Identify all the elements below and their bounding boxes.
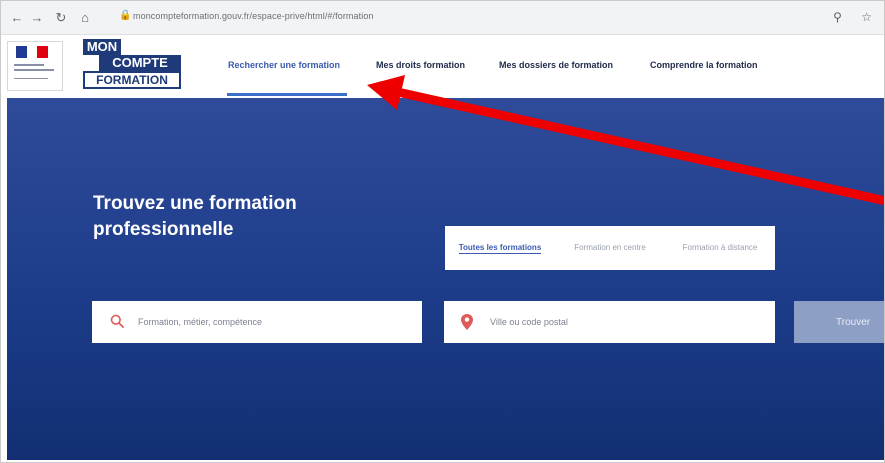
location-input[interactable] — [490, 301, 760, 343]
tab-label: Toutes les formations — [458, 242, 542, 254]
screenshot: ← → ↻ ⌂ 🔒 moncompteformation.gouv.fr/esp… — [0, 0, 885, 463]
logo-line — [14, 78, 48, 79]
logo-mon: MON — [83, 39, 121, 55]
browser-toolbar: ← → ↻ ⌂ 🔒 moncompteformation.gouv.fr/esp… — [1, 1, 884, 35]
title-line-1: Trouvez une formation — [93, 193, 297, 214]
flag-icon — [16, 46, 49, 58]
logo-line — [14, 64, 44, 66]
star-icon[interactable]: ☆ — [861, 10, 872, 24]
back-icon[interactable]: ← — [9, 10, 25, 26]
logo-compte: COMPTE — [99, 55, 181, 71]
tab-label: Formation en centre — [574, 243, 646, 252]
title-line-2: professionnelle — [93, 219, 234, 240]
nav-rechercher-formation[interactable]: Rechercher une formation — [228, 60, 340, 70]
location-search-field — [444, 301, 775, 343]
tab-toutes-formations[interactable]: Toutes les formations — [445, 226, 555, 270]
nav-comprendre-formation[interactable]: Comprendre la formation — [650, 60, 758, 70]
browser-actions: ⚲ ☆ — [817, 10, 872, 24]
search-button[interactable]: Trouver — [794, 301, 884, 343]
tab-formation-a-distance[interactable]: Formation à distance — [665, 226, 775, 270]
active-nav-indicator — [227, 93, 347, 96]
formation-type-tabs: Toutes les formations Formation en centr… — [445, 226, 775, 270]
formation-search-field — [92, 301, 422, 343]
logo-formation: FORMATION — [83, 71, 181, 89]
reload-icon[interactable]: ↻ — [53, 10, 69, 26]
lock-icon: 🔒 — [119, 10, 132, 21]
home-icon[interactable]: ⌂ — [77, 10, 93, 26]
formation-search-input[interactable] — [138, 301, 408, 343]
republique-francaise-logo[interactable] — [7, 41, 63, 91]
nav-mes-droits-formation[interactable]: Mes droits formation — [376, 60, 465, 70]
logo-line — [14, 69, 54, 71]
nav-mes-dossiers-formation[interactable]: Mes dossiers de formation — [499, 60, 613, 70]
key-icon[interactable]: ⚲ — [833, 10, 842, 24]
tab-formation-en-centre[interactable]: Formation en centre — [555, 226, 665, 270]
url-text[interactable]: moncompteformation.gouv.fr/espace-prive/… — [133, 11, 374, 21]
forward-icon[interactable]: → — [29, 10, 45, 26]
page-title: Trouvez une formation professionnelle — [93, 191, 297, 243]
map-pin-icon — [461, 314, 473, 330]
search-icon — [110, 314, 124, 328]
tab-label: Formation à distance — [682, 243, 758, 252]
hero-banner — [7, 98, 884, 460]
